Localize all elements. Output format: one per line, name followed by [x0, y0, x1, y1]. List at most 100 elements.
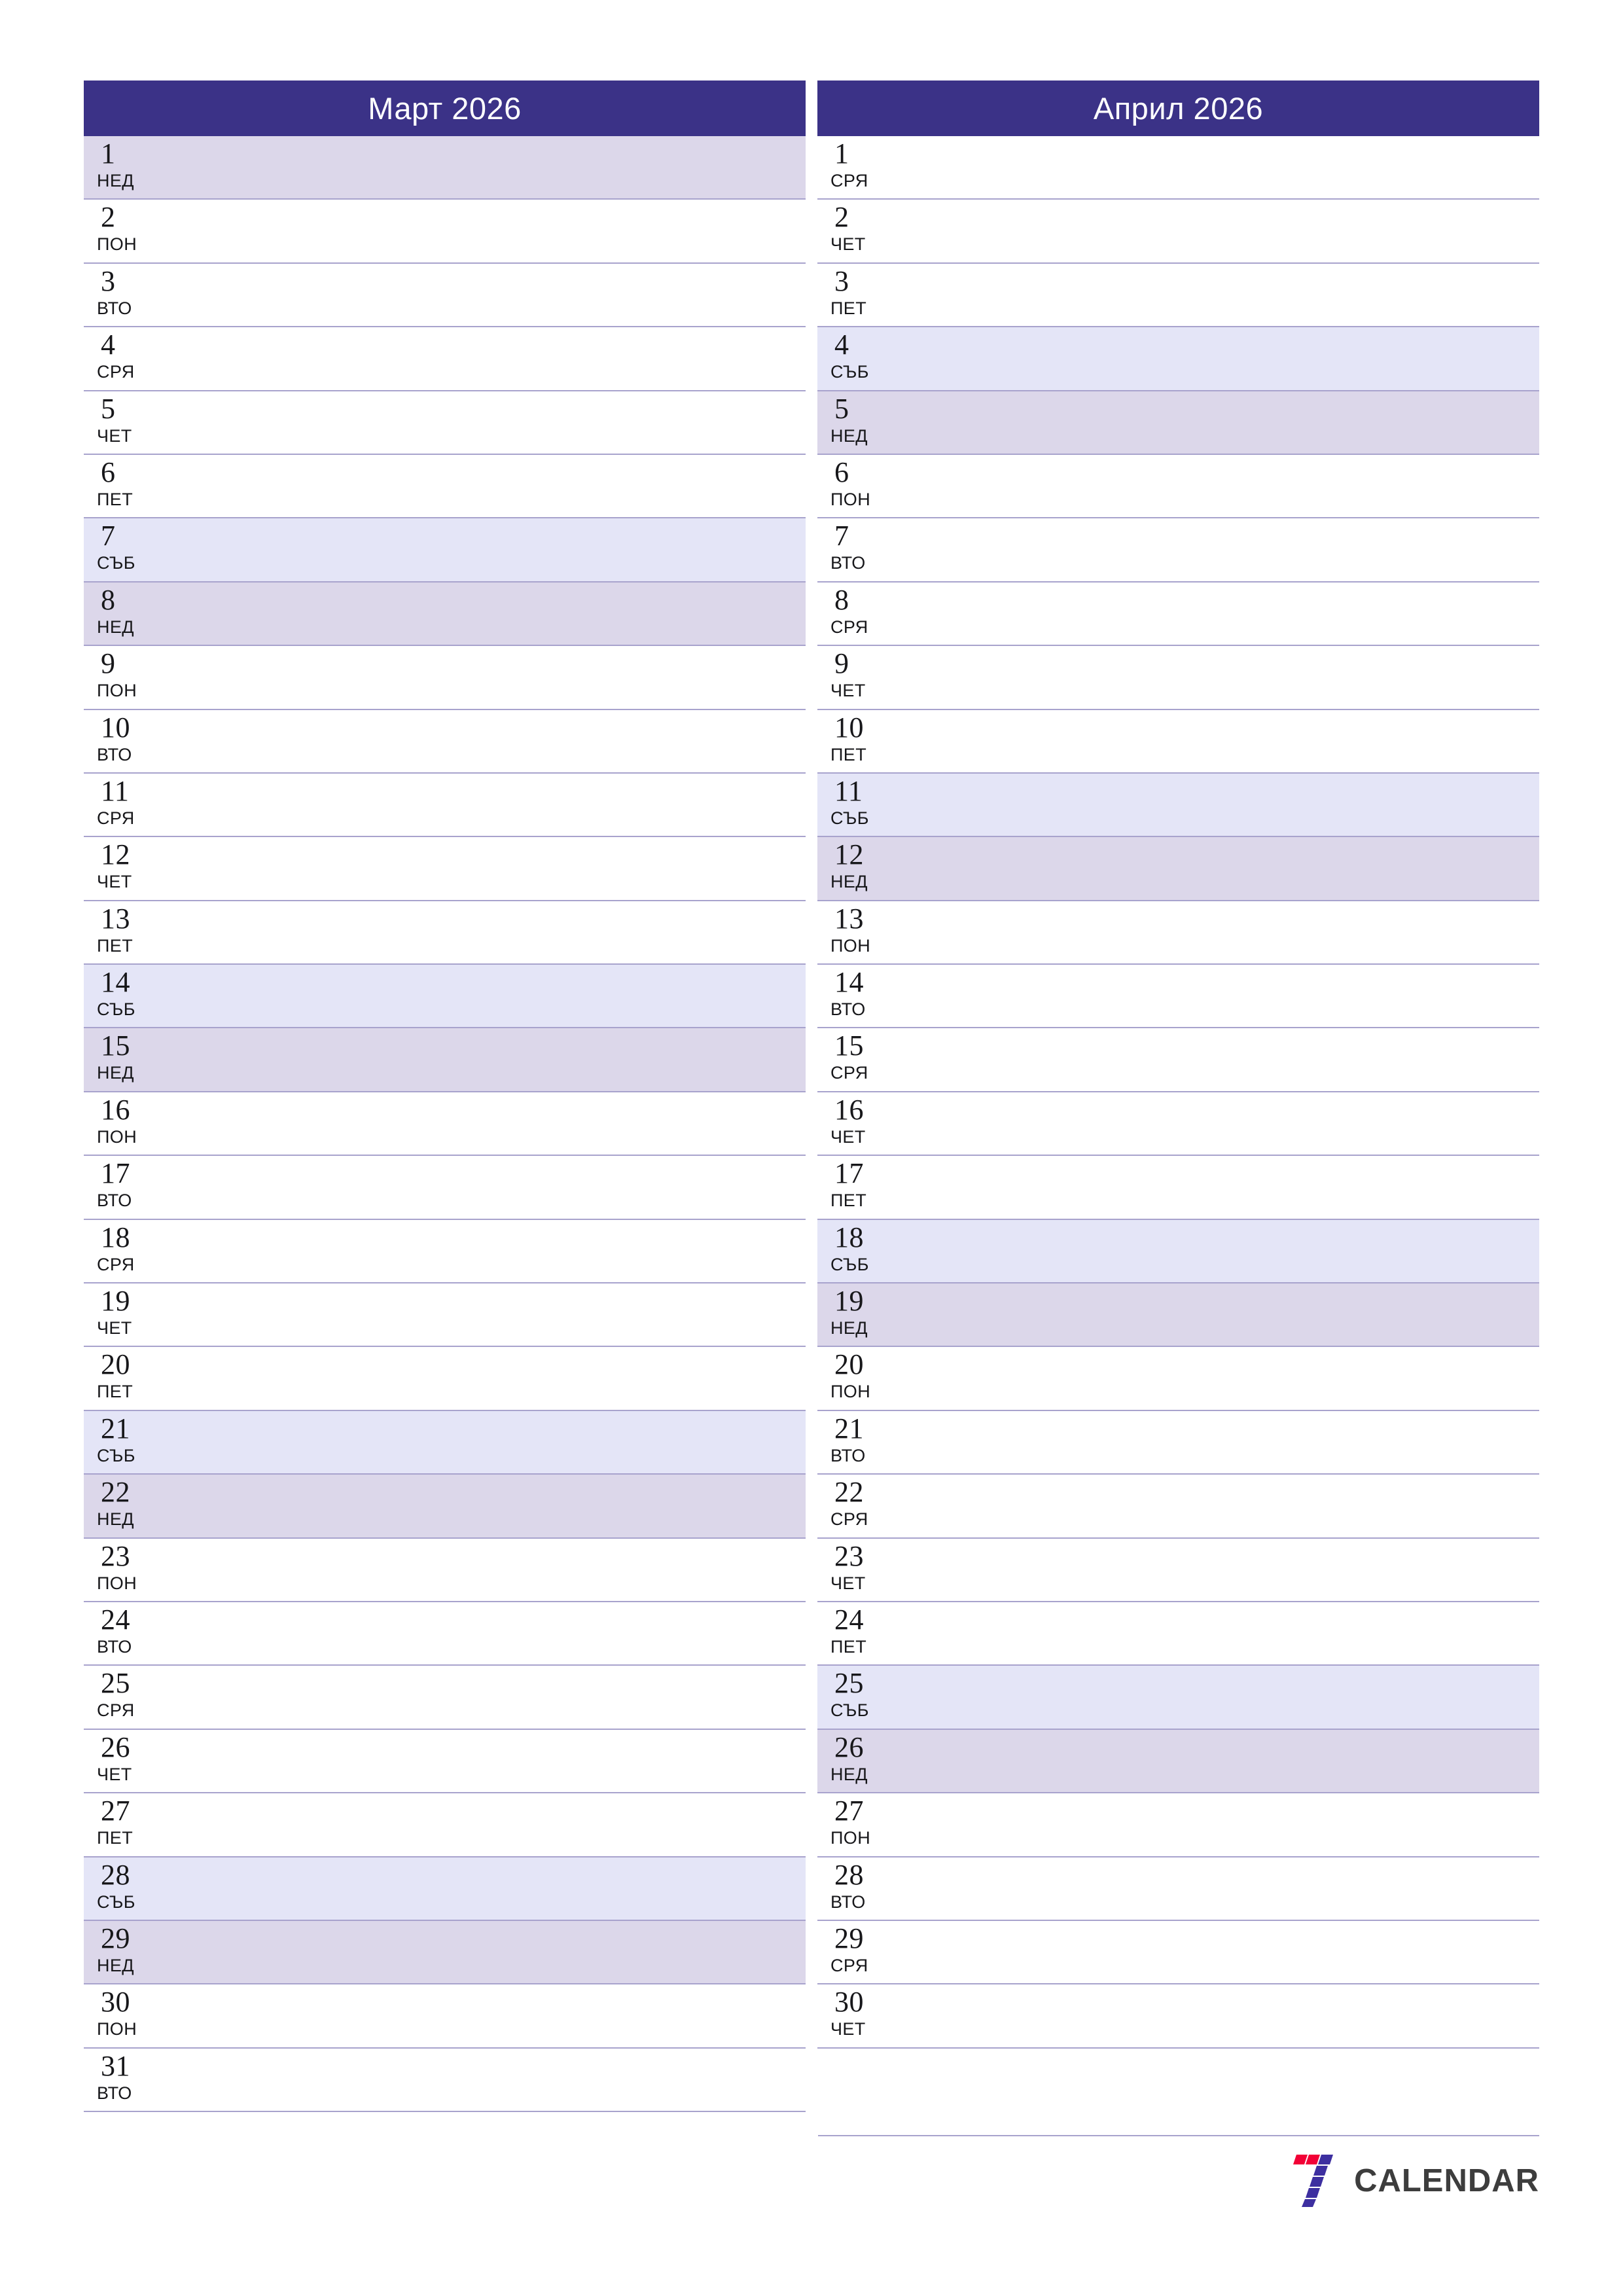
- day-row[interactable]: 31 ВТО: [84, 2048, 806, 2113]
- day-row[interactable]: 29 НЕД: [84, 1920, 806, 1985]
- day-row[interactable]: 27 ПОН: [817, 1793, 1539, 1857]
- day-row[interactable]: 2 ЧЕТ: [817, 200, 1539, 264]
- day-row[interactable]: 8 НЕД: [84, 582, 806, 647]
- day-weekday-abbr: ПОН: [97, 2019, 137, 2039]
- day-weekday-abbr: НЕД: [830, 872, 868, 892]
- day-row[interactable]: 28 ВТО: [817, 1857, 1539, 1921]
- day-number: 3: [834, 264, 849, 297]
- day-row[interactable]: 1 СРЯ: [817, 136, 1539, 200]
- day-number: 27: [101, 1795, 130, 1827]
- day-weekday-abbr: НЕД: [97, 617, 134, 637]
- day-row[interactable]: 9 ЧЕТ: [817, 646, 1539, 710]
- day-row[interactable]: 22 НЕД: [84, 1475, 806, 1539]
- day-row[interactable]: 26 НЕД: [817, 1729, 1539, 1794]
- day-weekday-abbr: НЕД: [97, 1955, 134, 1975]
- day-row[interactable]: 25 СЪБ: [817, 1666, 1539, 1730]
- day-number: 5: [101, 392, 116, 425]
- day-row[interactable]: 7 ВТО: [817, 518, 1539, 583]
- day-row[interactable]: 20 ПЕТ: [84, 1347, 806, 1411]
- day-row[interactable]: 23 ЧЕТ: [817, 1538, 1539, 1602]
- month-columns: Март 2026 1 НЕД 2 ПОН 3 ВТО 4 СРЯ 5 ЧЕТ 6 ПЕТ 7 СЪБ 8 Н…: [84, 81, 1539, 2113]
- day-number: 12: [101, 838, 130, 871]
- day-row[interactable]: 9 ПОН: [84, 646, 806, 710]
- day-number: 13: [101, 902, 130, 935]
- day-weekday-abbr: ВТО: [97, 1191, 132, 1211]
- day-row[interactable]: 18 СЪБ: [817, 1219, 1539, 1284]
- day-weekday-abbr: ПОН: [97, 1573, 137, 1593]
- day-row[interactable]: 5 ЧЕТ: [84, 391, 806, 455]
- day-row[interactable]: 6 ПОН: [817, 454, 1539, 519]
- day-row[interactable]: 6 ПЕТ: [84, 454, 806, 519]
- day-weekday-abbr: ПОН: [830, 935, 871, 956]
- day-weekday-abbr: ЧЕТ: [97, 1764, 132, 1784]
- day-row[interactable]: 19 НЕД: [817, 1283, 1539, 1348]
- day-weekday-abbr: ЧЕТ: [97, 1318, 132, 1338]
- day-number: 9: [101, 647, 116, 680]
- day-row[interactable]: 20 ПОН: [817, 1347, 1539, 1411]
- day-row[interactable]: 16 ЧЕТ: [817, 1092, 1539, 1157]
- footer-divider: [818, 2135, 1539, 2136]
- day-list-march: 1 НЕД 2 ПОН 3 ВТО 4 СРЯ 5 ЧЕТ 6 ПЕТ 7 СЪБ 8 НЕД 9 ПОН 10 ВТ…: [84, 136, 806, 2113]
- day-number: 31: [101, 2049, 130, 2082]
- day-row[interactable]: 4 СЪБ: [817, 327, 1539, 391]
- day-number: 14: [101, 966, 130, 999]
- day-row[interactable]: 10 ПЕТ: [817, 709, 1539, 774]
- day-row[interactable]: 3 ПЕТ: [817, 263, 1539, 328]
- day-row[interactable]: 24 ПЕТ: [817, 1602, 1539, 1666]
- month-column-april: Април 2026 1 СРЯ 2 ЧЕТ 3 ПЕТ 4 СЪБ 5 НЕД 6 ПОН 7 ВТО 8…: [817, 81, 1539, 2112]
- day-row[interactable]: 16 ПОН: [84, 1092, 806, 1157]
- day-row[interactable]: 27 ПЕТ: [84, 1793, 806, 1857]
- day-weekday-abbr: СЪБ: [97, 553, 135, 573]
- day-row[interactable]: 15 НЕД: [84, 1028, 806, 1092]
- day-number: 12: [834, 838, 864, 871]
- day-row[interactable]: 18 СРЯ: [84, 1219, 806, 1284]
- day-row[interactable]: 15 СРЯ: [817, 1028, 1539, 1092]
- day-row[interactable]: 2 ПОН: [84, 200, 806, 264]
- day-weekday-abbr: СРЯ: [97, 1700, 135, 1721]
- day-weekday-abbr: НЕД: [97, 1063, 134, 1083]
- day-row[interactable]: 4 СРЯ: [84, 327, 806, 391]
- day-row[interactable]: 12 ЧЕТ: [84, 837, 806, 901]
- day-row[interactable]: 24 ВТО: [84, 1602, 806, 1666]
- day-row[interactable]: 21 СЪБ: [84, 1410, 806, 1475]
- day-number: 1: [834, 137, 849, 170]
- day-weekday-abbr: ЧЕТ: [97, 872, 132, 892]
- day-number: 4: [101, 329, 116, 361]
- day-row[interactable]: 3 ВТО: [84, 263, 806, 328]
- day-number: 17: [834, 1157, 864, 1190]
- day-row[interactable]: 5 НЕД: [817, 391, 1539, 455]
- day-list-april: 1 СРЯ 2 ЧЕТ 3 ПЕТ 4 СЪБ 5 НЕД 6 ПОН 7 ВТО 8 СРЯ 9 ЧЕТ 10 ПЕ…: [817, 136, 1539, 2049]
- page-footer: CALENDAR: [818, 2135, 1539, 2214]
- day-row[interactable]: 17 ПЕТ: [817, 1156, 1539, 1220]
- day-number: 28: [834, 1858, 864, 1891]
- day-number: 7: [834, 520, 849, 552]
- day-row[interactable]: 26 ЧЕТ: [84, 1729, 806, 1794]
- day-row[interactable]: 25 СРЯ: [84, 1666, 806, 1730]
- day-row[interactable]: 30 ЧЕТ: [817, 1984, 1539, 2049]
- day-row[interactable]: 13 ПОН: [817, 901, 1539, 965]
- day-row[interactable]: 10 ВТО: [84, 709, 806, 774]
- day-row[interactable]: 17 ВТО: [84, 1156, 806, 1220]
- day-row[interactable]: 11 СРЯ: [84, 773, 806, 838]
- day-row[interactable]: 22 СРЯ: [817, 1475, 1539, 1539]
- day-row[interactable]: 1 НЕД: [84, 136, 806, 200]
- day-row[interactable]: 28 СЪБ: [84, 1857, 806, 1921]
- day-weekday-abbr: ПЕТ: [97, 489, 134, 509]
- day-row[interactable]: 14 ВТО: [817, 965, 1539, 1029]
- day-row[interactable]: 14 СЪБ: [84, 965, 806, 1029]
- day-row[interactable]: 29 СРЯ: [817, 1920, 1539, 1985]
- day-row[interactable]: 11 СЪБ: [817, 773, 1539, 838]
- day-number: 26: [834, 1731, 864, 1763]
- day-row[interactable]: 7 СЪБ: [84, 518, 806, 583]
- day-number: 6: [101, 456, 116, 488]
- day-weekday-abbr: НЕД: [97, 171, 134, 190]
- day-row[interactable]: 19 ЧЕТ: [84, 1283, 806, 1348]
- day-row[interactable]: 30 ПОН: [84, 1984, 806, 2049]
- day-row[interactable]: 13 ПЕТ: [84, 901, 806, 965]
- day-row[interactable]: 21 ВТО: [817, 1410, 1539, 1475]
- day-weekday-abbr: СРЯ: [97, 808, 135, 828]
- day-row[interactable]: 12 НЕД: [817, 837, 1539, 901]
- day-row[interactable]: 8 СРЯ: [817, 582, 1539, 647]
- day-number: 16: [834, 1093, 864, 1126]
- day-row[interactable]: 23 ПОН: [84, 1538, 806, 1602]
